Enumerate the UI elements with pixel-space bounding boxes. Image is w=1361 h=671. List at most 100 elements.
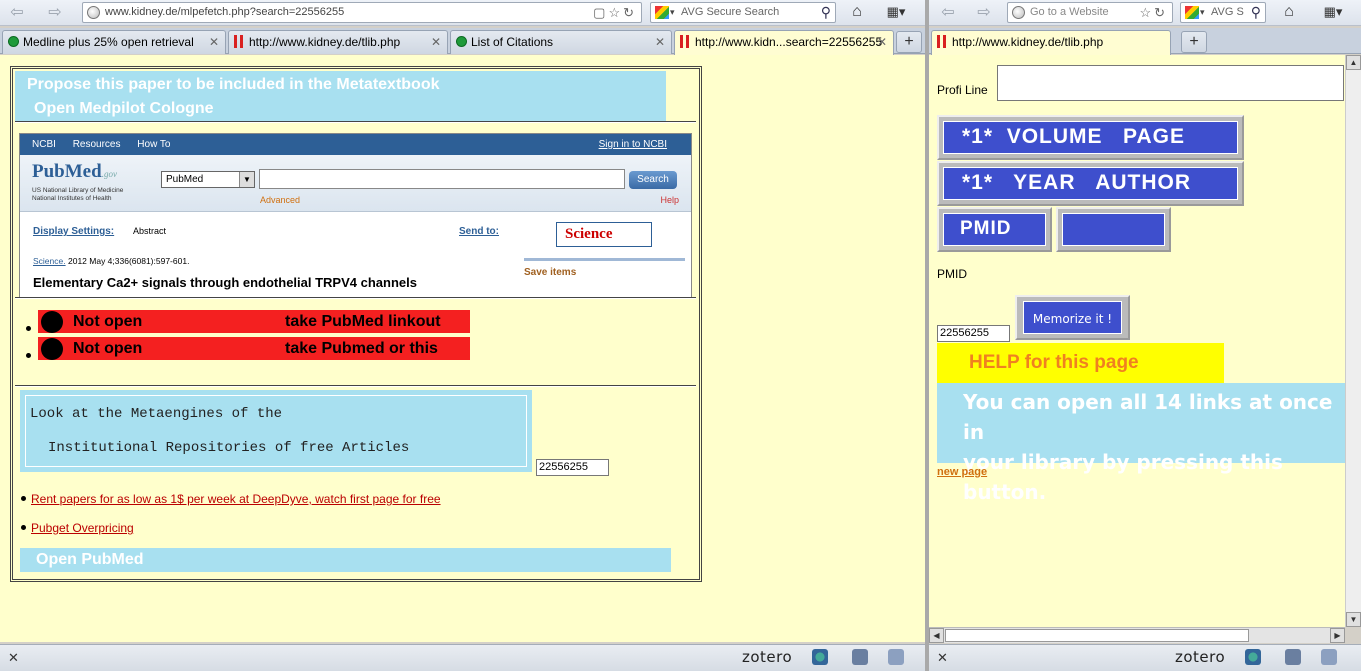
tab-bar: Medline plus 25% open retrieval ✕ http:/… (0, 28, 925, 55)
deepdyve-link[interactable]: Rent papers for as low as 1$ per week at… (31, 492, 441, 506)
tab-tlib[interactable]: http://www.kidney.de/tlib.php (931, 30, 1171, 55)
home-icon[interactable]: ⌂ (846, 2, 868, 22)
back-icon[interactable]: ⇦ (8, 4, 26, 22)
meta-line1: Look at the Metaengines of the (30, 406, 283, 422)
bullet-icon (21, 496, 26, 501)
dropdown-caret-icon[interactable]: ▾ (1200, 3, 1205, 22)
metaengines-button[interactable]: Look at the Metaengines of the Instituti… (20, 390, 532, 472)
journal-link[interactable]: Science. (33, 256, 66, 266)
close-tab-icon[interactable]: ✕ (209, 31, 219, 53)
volume-page-button[interactable]: *1* VOLUME PAGE (937, 115, 1244, 160)
url-bar[interactable]: www.kidney.de/mlpefetch.php?search=22556… (82, 2, 642, 23)
signin-link[interactable]: Sign in to NCBI (599, 134, 667, 155)
tab-citations[interactable]: List of Citations ✕ (450, 30, 672, 54)
bookmark-star-icon[interactable]: ☆↻ (1139, 3, 1168, 22)
open-medpilot-link[interactable]: Open Medpilot Cologne (27, 97, 666, 121)
profi-line-input[interactable] (997, 65, 1344, 101)
not-open-label: Not open (73, 313, 143, 330)
resources-menu[interactable]: Resources (73, 139, 121, 150)
save-items-panel[interactable]: Save items (524, 258, 685, 297)
tab-favicon-icon (680, 35, 689, 48)
forward-icon[interactable]: ⇨ (46, 4, 64, 22)
window-icon[interactable] (1321, 649, 1337, 665)
pmid-button[interactable]: PMID (937, 207, 1052, 252)
pmid-input[interactable]: 22556255 (937, 325, 1010, 342)
pubmed-logo[interactable]: PubMed.gov (32, 161, 117, 183)
scrollbar-thumb[interactable] (945, 629, 1249, 642)
pmid-label: PMID (937, 267, 967, 281)
scroll-up-icon[interactable]: ▲ (1346, 55, 1361, 70)
zotero-button[interactable]: zotero (1175, 648, 1225, 666)
nlm-line2: National Institutes of Health (32, 195, 112, 202)
database-select[interactable]: PubMed (161, 171, 255, 188)
horizontal-scrollbar[interactable]: ◀ ▶ (929, 627, 1345, 643)
pubmed-linkout-button[interactable]: Not open take PubMed linkout (38, 310, 470, 333)
tab-medline[interactable]: Medline plus 25% open retrieval ✕ (2, 30, 226, 54)
open-pubmed-button[interactable]: Open PubMed (20, 548, 671, 572)
send-to-link[interactable]: Send to: (459, 226, 499, 237)
new-page-link[interactable]: new page (937, 466, 987, 478)
url-text: www.kidney.de/mlpefetch.php?search=22556… (105, 6, 345, 18)
science-logo[interactable]: Science (556, 222, 652, 247)
close-tab-icon[interactable]: ✕ (655, 31, 665, 53)
bookmark-star-icon[interactable]: ▢☆↻ (593, 3, 637, 22)
dropdown-caret-icon[interactable]: ▾ (670, 3, 675, 22)
avg-icon (655, 6, 669, 19)
new-tab-button[interactable]: + (896, 31, 922, 53)
forward-icon[interactable]: ⇨ (975, 4, 993, 22)
pubmed-search-button[interactable]: Search (629, 171, 677, 189)
pubmed-or-this-button[interactable]: Not open take Pubmed or this (38, 337, 470, 360)
pubget-link[interactable]: Pubget Overpricing (31, 521, 134, 535)
navigation-toolbar: ⇦ ⇨ Go to a Website ☆↻ ▾ AVG S ⚲ ⌂ ▦▾ (929, 0, 1361, 26)
open-all-links-button[interactable]: You can open all 14 links at once in you… (937, 383, 1354, 504)
propose-banner[interactable]: Propose this paper to be included in the… (15, 71, 666, 121)
close-icon[interactable]: ✕ (8, 650, 19, 666)
page-content: Profi Line *1* VOLUME PAGE *1* YEAR AUTH… (929, 55, 1361, 627)
bullet-icon (21, 525, 26, 530)
close-tab-icon[interactable]: ✕ (431, 31, 441, 53)
help-button[interactable]: HELP for this page (937, 343, 1224, 383)
home-icon[interactable]: ⌂ (1278, 2, 1300, 22)
scroll-left-icon[interactable]: ◀ (929, 628, 944, 643)
memorize-button[interactable]: Memorize it ! (1015, 295, 1130, 340)
search-icon[interactable]: ⚲ (1251, 3, 1261, 22)
vertical-scrollbar[interactable]: ▲ ▼ (1345, 55, 1361, 627)
help-link[interactable]: Help (660, 195, 679, 205)
monitor-icon[interactable] (852, 649, 868, 665)
window-icon[interactable] (888, 649, 904, 665)
scroll-right-icon[interactable]: ▶ (1330, 628, 1345, 643)
search-icon[interactable]: ⚲ (821, 3, 831, 22)
ncbi-brand[interactable]: NCBI (32, 139, 56, 150)
menu-icon[interactable]: ▦▾ (1315, 2, 1351, 22)
nlm-text: US National Library of Medicine National… (32, 187, 123, 203)
tab-active-search[interactable]: http://www.kidn...search=22556255 ✕ (674, 30, 894, 55)
search-box[interactable]: ▾ AVG Secure Search ⚲ (650, 2, 836, 23)
pubmed-search-input[interactable] (259, 169, 625, 189)
tab-tlib[interactable]: http://www.kidney.de/tlib.php ✕ (228, 30, 448, 54)
left-browser-window: ⇦ ⇨ www.kidney.de/mlpefetch.php?search=2… (0, 0, 925, 671)
close-icon[interactable]: ✕ (937, 650, 948, 666)
pmid-input[interactable]: 22556255 (536, 459, 609, 476)
monitor-icon[interactable] (1285, 649, 1301, 665)
howto-menu[interactable]: How To (137, 139, 170, 150)
year-author-button[interactable]: *1* YEAR AUTHOR (937, 161, 1244, 206)
tab-bar: http://www.kidney.de/tlib.php + (929, 28, 1361, 55)
display-settings-link[interactable]: Display Settings: (33, 226, 114, 237)
tab-label: List of Citations (471, 35, 554, 49)
advanced-link[interactable]: Advanced (260, 195, 300, 205)
pmid-button-label: PMID (943, 213, 1046, 246)
search-box[interactable]: ▾ AVG S ⚲ (1180, 2, 1266, 23)
url-placeholder: Go to a Website (1030, 6, 1109, 18)
zotero-button[interactable]: zotero (742, 648, 792, 666)
blank-blue-button[interactable] (1056, 207, 1171, 252)
globe-status-icon[interactable] (1245, 649, 1261, 665)
url-bar[interactable]: Go to a Website ☆↻ (1007, 2, 1173, 23)
navigation-toolbar: ⇦ ⇨ www.kidney.de/mlpefetch.php?search=2… (0, 0, 925, 26)
close-tab-icon[interactable]: ✕ (877, 31, 887, 53)
tab-label: http://www.kidn...search=22556255 (695, 35, 883, 49)
back-icon[interactable]: ⇦ (939, 4, 957, 22)
globe-status-icon[interactable] (812, 649, 828, 665)
menu-icon[interactable]: ▦▾ (878, 2, 914, 22)
new-tab-button[interactable]: + (1181, 31, 1207, 53)
scroll-down-icon[interactable]: ▼ (1346, 612, 1361, 627)
